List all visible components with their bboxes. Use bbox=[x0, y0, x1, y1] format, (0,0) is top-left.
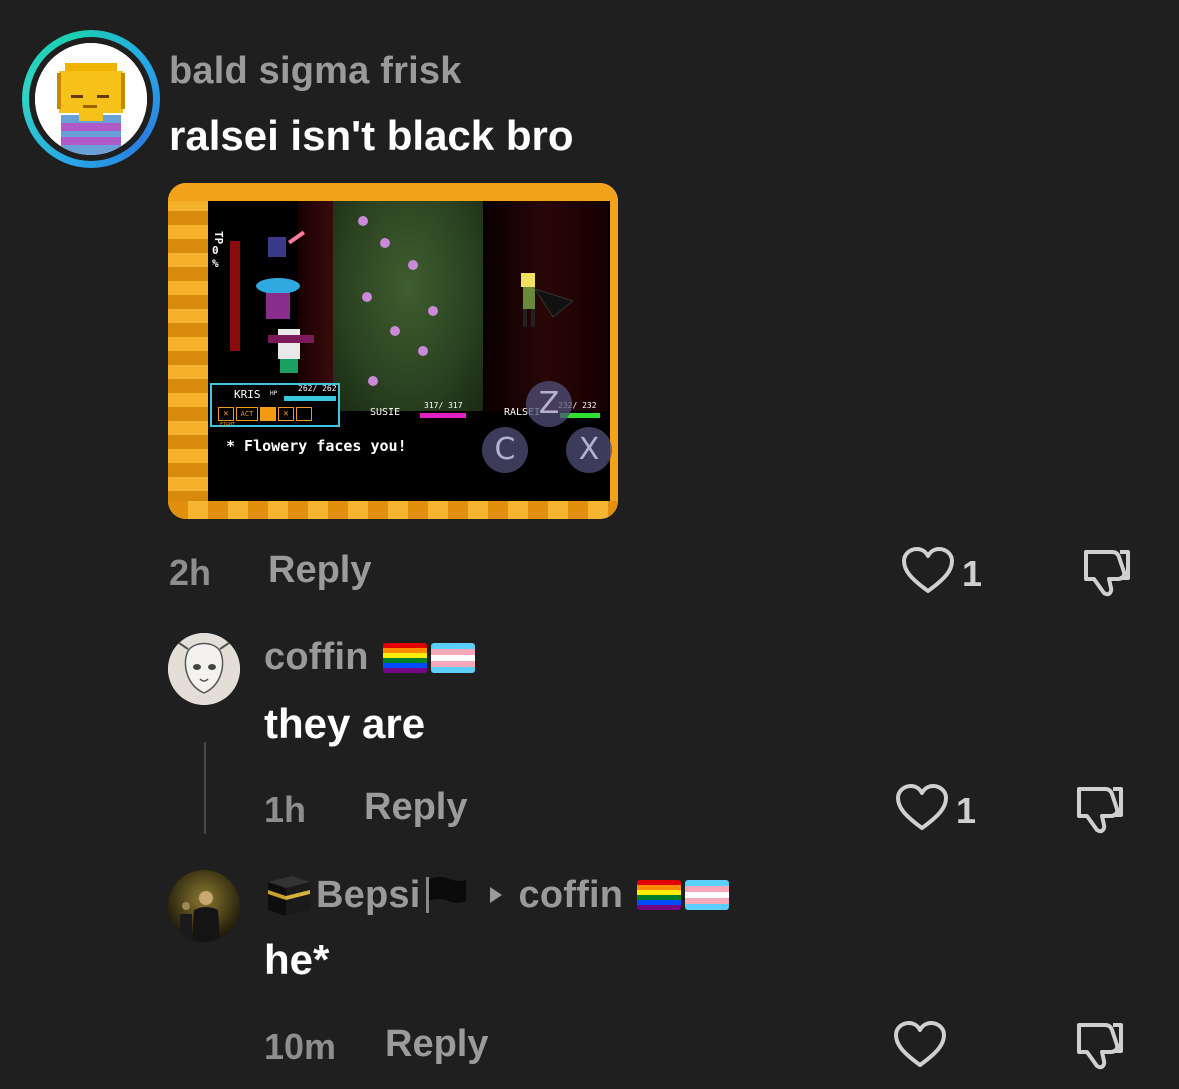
susie-name: SUSIE bbox=[370, 407, 401, 418]
frame-left-border bbox=[168, 183, 208, 519]
reply2-like-button[interactable] bbox=[892, 1020, 948, 1070]
caret-right-icon bbox=[490, 887, 503, 903]
comment-attachment-image[interactable]: TP 0 % KRIS HP 262/ 262 ✕ ACT ✕ FIGHT SU… bbox=[168, 183, 618, 519]
tp-value: 0 bbox=[212, 244, 219, 258]
game-screen: TP 0 % KRIS HP 262/ 262 ✕ ACT ✕ FIGHT SU… bbox=[208, 201, 612, 501]
comment-text: ralsei isn't black bro bbox=[169, 112, 574, 159]
c-button: C bbox=[482, 427, 528, 473]
comment-time: 2h bbox=[169, 552, 212, 593]
reply2-username[interactable]: Bepsi bbox=[316, 874, 420, 917]
reply2-reply-to[interactable]: coffin bbox=[518, 874, 623, 917]
flowery-vines bbox=[333, 201, 483, 411]
kris-action-buttons: ✕ ACT ✕ bbox=[218, 407, 312, 421]
kris-hp: 262/ 262 bbox=[298, 384, 337, 393]
goat-sketch-avatar-icon bbox=[168, 633, 240, 705]
avatar-bald-sigma-frisk[interactable] bbox=[22, 30, 160, 168]
spare-button: ✕ bbox=[278, 407, 294, 421]
rainbow-flag-emoji bbox=[637, 880, 682, 910]
reply1-username[interactable]: coffin bbox=[264, 636, 369, 679]
reply1-like-count: 1 bbox=[956, 790, 977, 831]
reply2-time: 10m bbox=[264, 1026, 337, 1067]
reply2-reply-button[interactable]: Reply bbox=[385, 1023, 488, 1066]
dark-photo-avatar-icon bbox=[168, 870, 240, 942]
flowery-enemy-sprite bbox=[521, 273, 575, 327]
item-button bbox=[260, 407, 276, 421]
like-button[interactable] bbox=[900, 546, 956, 596]
z-button: Z bbox=[526, 381, 572, 427]
susie-hp-bar bbox=[420, 413, 466, 418]
rainbow-flag-emoji bbox=[382, 642, 427, 673]
reply1-username-row: coffin bbox=[264, 636, 475, 679]
reply1-time: 1h bbox=[264, 789, 307, 830]
heart-outline-icon bbox=[902, 547, 954, 593]
tp-meter: TP 0 % bbox=[212, 231, 228, 270]
comment-username[interactable]: bald sigma frisk bbox=[169, 50, 462, 93]
kris-status-box: KRIS HP 262/ 262 ✕ ACT ✕ FIGHT bbox=[210, 383, 340, 428]
battle-dialog-text: * Flowery faces you! bbox=[226, 437, 407, 455]
reply1-like-button[interactable] bbox=[894, 783, 950, 833]
kris-hp-label: HP bbox=[270, 390, 278, 397]
thumbs-down-icon bbox=[1077, 1023, 1123, 1070]
thumbs-down-icon bbox=[1084, 550, 1130, 597]
kaaba-emoji bbox=[268, 876, 310, 916]
trans-flag-emoji bbox=[685, 880, 730, 910]
fight-button: ✕ bbox=[218, 407, 234, 421]
heart-outline-icon bbox=[896, 784, 948, 830]
avatar-coffin[interactable] bbox=[168, 633, 240, 705]
act-button: ACT bbox=[236, 407, 258, 421]
tp-label: TP bbox=[212, 231, 225, 245]
thumbs-down-icon bbox=[1077, 787, 1123, 834]
frame-top-border bbox=[168, 183, 618, 201]
reply1-reply-button[interactable]: Reply bbox=[364, 786, 467, 829]
reply2-username-row: Bepsi coffin bbox=[264, 872, 730, 918]
black-flag-emoji bbox=[426, 877, 467, 913]
x-button: X bbox=[566, 427, 612, 473]
susie-hp: 317/ 317 bbox=[424, 401, 463, 410]
frisk-pixel-avatar-icon bbox=[35, 43, 147, 155]
reply2-text: he* bbox=[264, 936, 330, 983]
reply1-dislike-button[interactable] bbox=[1073, 781, 1127, 835]
thread-line bbox=[204, 742, 206, 834]
reply2-dislike-button[interactable] bbox=[1073, 1017, 1127, 1071]
comment-reply-button[interactable]: Reply bbox=[268, 549, 371, 592]
kris-name: KRIS bbox=[234, 388, 261, 401]
comment-like-count: 1 bbox=[962, 553, 983, 594]
kris-hp-bar bbox=[284, 396, 336, 401]
reply1-text: they are bbox=[264, 700, 426, 747]
party-sprites bbox=[256, 231, 314, 373]
avatar-bepsi[interactable] bbox=[168, 870, 240, 942]
frame-bottom-border bbox=[168, 501, 618, 519]
heart-outline-icon bbox=[894, 1021, 946, 1067]
defend-button bbox=[296, 407, 312, 421]
trans-flag-emoji bbox=[430, 642, 475, 673]
dislike-button[interactable] bbox=[1080, 544, 1134, 598]
tp-unit: % bbox=[212, 257, 219, 271]
flower-icons bbox=[358, 216, 438, 386]
